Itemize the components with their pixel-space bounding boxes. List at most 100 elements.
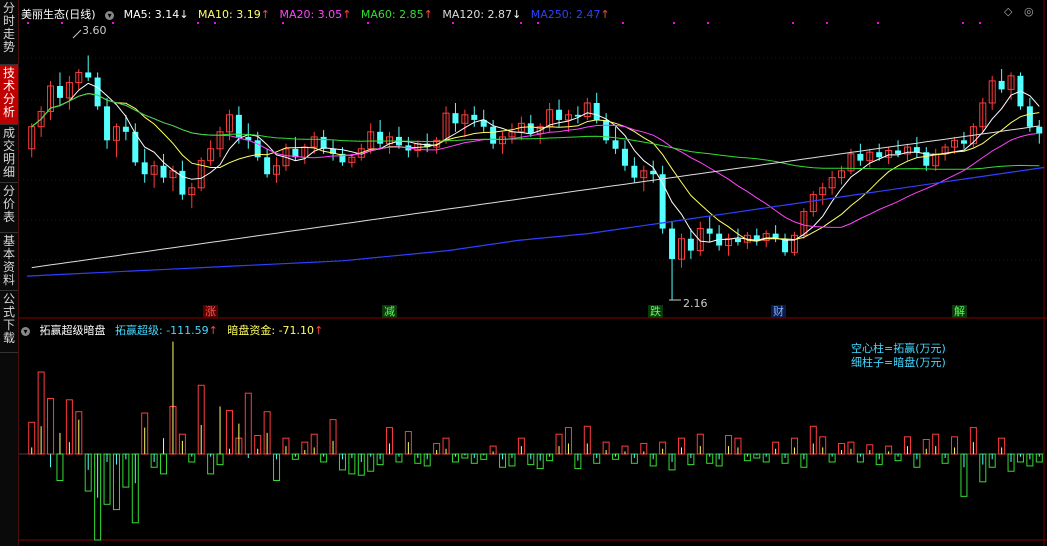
high-price-label: 3.60	[82, 24, 107, 37]
candle-body-down	[179, 170, 186, 195]
candle-body-down	[320, 136, 327, 149]
candle-body-down	[593, 102, 600, 120]
candle-body-down	[527, 123, 534, 134]
ma60-arrow: ↑	[423, 8, 433, 21]
event-marker-reduce[interactable]: 减	[382, 305, 397, 318]
marker-dot	[61, 22, 63, 24]
candle-body-down	[1036, 126, 1043, 134]
event-marker-fall[interactable]: 跌	[648, 305, 663, 318]
marker-dot	[707, 22, 709, 24]
candle-body-down	[913, 147, 920, 153]
indicator-hollow-bar	[207, 453, 215, 475]
candle-body-down	[782, 238, 789, 253]
candle-body-down	[235, 114, 242, 137]
marker-dot	[979, 22, 981, 24]
ma20-arrow: ↑	[342, 8, 352, 21]
candle-body-down	[264, 157, 271, 175]
candle-body-down	[895, 150, 902, 154]
candle-body-down	[122, 126, 129, 132]
marker-dot	[792, 22, 794, 24]
indicator-hollow-bar	[225, 409, 233, 455]
indicator-series2-arrow: ↑	[314, 324, 324, 337]
chart-canvas[interactable]	[19, 0, 1047, 546]
candle-body-down	[471, 114, 478, 120]
candle-body-down	[669, 228, 676, 260]
marker-dot	[877, 22, 879, 24]
candle-body-down	[94, 77, 101, 107]
candle-body-down	[998, 80, 1005, 90]
event-marker-rise[interactable]: 涨	[203, 305, 218, 318]
tab-basic-info[interactable]: 基本资料	[0, 233, 18, 291]
marker-dot	[962, 22, 964, 24]
indicator-legend: ▾ 拓赢超级暗盘 拓赢超级: -111.59↑ 暗盘资金: -71.10↑	[21, 322, 329, 338]
indicator-series1-arrow: ↑	[208, 324, 218, 337]
candle-body-down	[104, 106, 111, 141]
marker-dot	[214, 22, 216, 24]
ma250-arrow: ↑	[600, 8, 610, 21]
ma20-value: MA20: 3.05	[279, 8, 343, 21]
marker-dot	[537, 22, 539, 24]
ma5-arrow: ↓	[179, 8, 189, 21]
candle-body-down	[876, 152, 883, 158]
marker-dot	[622, 22, 624, 24]
ma120-value: MA120: 2.87	[442, 8, 513, 21]
indicator-hollow-bar	[47, 397, 55, 455]
indicator-name: 拓赢超级暗盘	[39, 324, 106, 337]
ma60-value: MA60: 2.85	[360, 8, 424, 21]
indicator-collapse-icon[interactable]: ▾	[21, 326, 30, 336]
candle-body-down	[377, 131, 384, 144]
note-thin: 细柱子=暗盘(万元)	[851, 356, 946, 369]
candle-body-down	[160, 165, 167, 178]
low-price-label: 2.16	[683, 297, 708, 310]
indicator-series1: 拓赢超级: -111.59	[115, 324, 209, 337]
ma250-value: MA250: 2.47	[530, 8, 601, 21]
marker-dot	[452, 22, 454, 24]
marker-dot	[197, 22, 199, 24]
marker-dot	[112, 22, 114, 24]
candle-body-down	[621, 148, 628, 166]
candle-body-down	[612, 140, 619, 149]
candle-body-down	[452, 113, 459, 124]
tab-formula-download[interactable]: 公式下载	[0, 291, 18, 353]
ma10-value: MA10: 3.19	[198, 8, 261, 21]
tab-intraday[interactable]: 分时走势	[0, 0, 18, 65]
zoom-icon[interactable]: ◇	[1004, 5, 1012, 18]
tab-price-table[interactable]: 分价表	[0, 183, 18, 233]
price-legend: 美丽生态(日线) ▾ MA5: 3.14↓ MA10: 3.19↑ MA20: …	[21, 6, 616, 22]
stock-title: 美丽生态(日线)	[21, 8, 96, 21]
candle-body-down	[659, 174, 666, 229]
indicator-hollow-bar	[160, 453, 168, 475]
candle-body-down	[141, 162, 148, 175]
tab-price-label: 分价表	[2, 184, 15, 224]
event-marker-finance[interactable]: 财	[771, 305, 786, 318]
event-marker-unlock[interactable]: 解	[952, 305, 967, 318]
indicator-note: 空心柱=拓赢(万元) 细柱子=暗盘(万元)	[851, 342, 946, 370]
marker-dot	[520, 22, 522, 24]
candle-body-down	[706, 228, 713, 234]
candle-body-down	[734, 238, 741, 243]
note-hollow: 空心柱=拓赢(万元)	[851, 342, 946, 355]
tab-intraday-label: 分时走势	[2, 1, 15, 54]
indicator-hollow-bar	[216, 453, 224, 466]
marker-dot	[282, 22, 284, 24]
indicator-series2: 暗盘资金: -71.10	[227, 324, 315, 337]
tab-technical-analysis[interactable]: 技术分析	[0, 65, 18, 125]
tab-technical-label: 技术分析	[2, 66, 15, 119]
tab-basic-label: 基本资料	[2, 234, 15, 287]
ma120-arrow: ↓	[512, 8, 522, 21]
marker-dot	[673, 22, 675, 24]
marker-dot	[367, 22, 369, 24]
candle-body-down	[857, 153, 864, 161]
chart-area[interactable]: 美丽生态(日线) ▾ MA5: 3.14↓ MA10: 3.19↑ MA20: …	[19, 0, 1047, 546]
ma5-value: MA5: 3.14	[123, 8, 180, 21]
collapse-icon[interactable]: ▾	[105, 10, 115, 20]
close-icon[interactable]: ◎	[1024, 5, 1034, 18]
indicator-hollow-bar	[56, 453, 64, 481]
candle-body-down	[85, 72, 92, 78]
candle-body-down	[1026, 106, 1033, 127]
marker-dot	[27, 22, 29, 24]
left-tab-bar: 分时走势 技术分析 成交明细 分价表 基本资料 公式下载	[0, 0, 19, 546]
ma10-arrow: ↑	[260, 8, 270, 21]
candle-body-down	[490, 126, 497, 144]
tab-trade-details[interactable]: 成交明细	[0, 125, 18, 183]
